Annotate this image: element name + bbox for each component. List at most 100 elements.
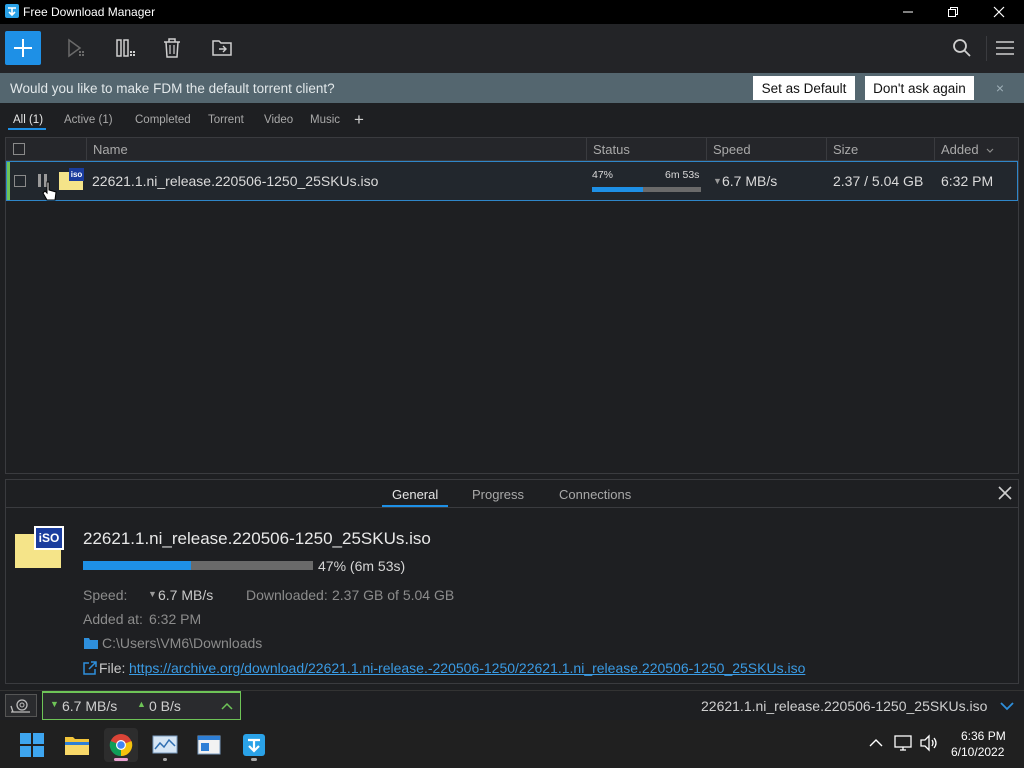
- column-added-label: Added: [941, 142, 979, 157]
- tab-general[interactable]: General: [392, 487, 438, 502]
- details-panel: General Progress Connections iSO 22621.1…: [5, 479, 1019, 684]
- row-checkbox[interactable]: [14, 175, 26, 187]
- file-explorer-icon: [65, 737, 89, 755]
- details-tab-indicator: [382, 505, 448, 507]
- details-progress-bar: [83, 561, 313, 570]
- taskbar-file-explorer[interactable]: [60, 728, 94, 762]
- toolbar-divider: [986, 36, 987, 61]
- tab-connections[interactable]: Connections: [559, 487, 631, 502]
- search-icon: [953, 39, 971, 57]
- tab-all[interactable]: All (1): [13, 114, 43, 126]
- row-progress-fill: [592, 187, 644, 192]
- list-header: Name Status Speed Size Added: [6, 138, 1018, 161]
- download-speed-arrow-icon: ▼: [50, 699, 59, 709]
- taskbar-fdm[interactable]: [237, 728, 271, 762]
- snail-mode-button[interactable]: [5, 694, 37, 717]
- network-icon[interactable]: [894, 735, 912, 751]
- volume-icon[interactable]: [919, 734, 939, 752]
- tab-active[interactable]: Active (1): [64, 114, 113, 126]
- speed-value: 6.7 MB/s: [158, 587, 214, 603]
- details-iso-icon-label: iSO: [34, 526, 64, 550]
- play-icon: [68, 38, 84, 58]
- title-bar: Free Download Manager: [0, 0, 1024, 24]
- add-download-button[interactable]: [5, 31, 41, 65]
- start-button[interactable]: [15, 728, 49, 762]
- close-window-button[interactable]: [976, 0, 1022, 24]
- details-filename: 22621.1.ni_release.220506-1250_25SKUs.is…: [83, 529, 431, 548]
- banner-close-icon[interactable]: ×: [992, 80, 1008, 96]
- chevron-up-icon: [221, 702, 233, 710]
- tab-progress[interactable]: Progress: [472, 487, 524, 502]
- select-all-checkbox[interactable]: [13, 143, 25, 155]
- download-speed: 6.7 MB/s: [62, 698, 118, 714]
- details-progress-fill: [83, 561, 192, 570]
- row-download-arrow-icon: ▼: [713, 176, 722, 186]
- chrome-icon: [109, 734, 133, 757]
- mouse-cursor-icon: [42, 181, 57, 201]
- upload-speed: 0 B/s: [149, 698, 181, 714]
- status-bar: ▼ 6.7 MB/s ▲ 0 B/s 22621.1.ni_release.22…: [0, 690, 1024, 720]
- pause-button[interactable]: [108, 32, 142, 64]
- table-row[interactable]: iso 22621.1.ni_release.220506-1250_25SKU…: [6, 161, 1018, 201]
- close-icon: [993, 6, 1005, 18]
- tab-music[interactable]: Music: [310, 114, 340, 126]
- column-speed-label: Speed: [713, 142, 751, 157]
- pause-icon: [116, 39, 135, 57]
- tab-torrent[interactable]: Torrent: [208, 114, 244, 126]
- taskbar-time[interactable]: 6:36 PM: [961, 729, 1006, 743]
- snail-icon: [10, 698, 30, 713]
- restore-icon: [948, 7, 958, 17]
- fdm-app-icon: [5, 4, 19, 18]
- row-added: 6:32 PM: [941, 173, 994, 189]
- main-menu-button[interactable]: [988, 32, 1022, 64]
- search-button[interactable]: [945, 32, 979, 64]
- taskbar-resource-monitor[interactable]: [148, 728, 182, 762]
- window-app-icon: [197, 735, 221, 755]
- iso-file-icon: iso: [59, 168, 85, 192]
- details-download-arrow-icon: ▼: [148, 589, 157, 599]
- window-title: Free Download Manager: [23, 5, 156, 19]
- taskbar-chrome[interactable]: [104, 728, 138, 762]
- trash-icon: [164, 38, 180, 58]
- add-filter-icon[interactable]: +: [354, 110, 364, 130]
- download-list: Name Status Speed Size Added iso 22621.1…: [5, 137, 1019, 474]
- downloaded-label: Downloaded:: [246, 587, 328, 603]
- sort-descending-icon: [986, 148, 994, 153]
- move-to-button[interactable]: [205, 32, 239, 64]
- taskbar-window-app[interactable]: [192, 728, 226, 762]
- column-name[interactable]: Name: [86, 138, 586, 161]
- source-url-link[interactable]: https://archive.org/download/22621.1.ni-…: [129, 660, 805, 676]
- tab-video[interactable]: Video: [264, 114, 293, 126]
- dont-ask-again-button[interactable]: Don't ask again: [865, 76, 974, 100]
- default-torrent-banner: Would you like to make FDM the default t…: [0, 73, 1024, 103]
- toolbar: [0, 24, 1024, 73]
- column-speed[interactable]: Speed: [706, 138, 826, 161]
- status-current-file: 22621.1.ni_release.220506-1250_25SKUs.is…: [701, 698, 988, 714]
- fdm-icon: [243, 734, 265, 756]
- plus-icon: [14, 39, 32, 57]
- row-eta: 6m 53s: [665, 169, 700, 181]
- column-status[interactable]: Status: [586, 138, 706, 161]
- chevron-down-icon[interactable]: [1000, 701, 1014, 711]
- speed-indicator[interactable]: ▼ 6.7 MB/s ▲ 0 B/s: [42, 691, 241, 720]
- delete-button[interactable]: [155, 32, 189, 64]
- details-close-button[interactable]: [996, 484, 1014, 502]
- chevron-up-icon[interactable]: [869, 738, 883, 748]
- fdm-running-indicator: [251, 758, 257, 761]
- row-size: 2.37 / 5.04 GB: [833, 173, 924, 189]
- banner-message: Would you like to make FDM the default t…: [10, 81, 335, 96]
- set-as-default-button[interactable]: Set as Default: [753, 76, 855, 100]
- minimize-button[interactable]: [885, 0, 931, 24]
- windows-logo-icon: [20, 733, 44, 757]
- column-size-label: Size: [833, 142, 859, 157]
- close-icon: [998, 486, 1012, 500]
- column-size[interactable]: Size: [826, 138, 934, 161]
- tab-completed[interactable]: Completed: [135, 114, 191, 126]
- iso-large-icon: iSO: [15, 526, 65, 570]
- taskbar-date[interactable]: 6/10/2022: [951, 745, 1004, 759]
- column-added[interactable]: Added: [934, 138, 1018, 161]
- maximize-button[interactable]: [930, 0, 976, 24]
- download-folder-link[interactable]: C:\Users\VM6\Downloads: [102, 635, 262, 651]
- speed-label: Speed:: [83, 587, 128, 603]
- resume-button[interactable]: [58, 32, 92, 64]
